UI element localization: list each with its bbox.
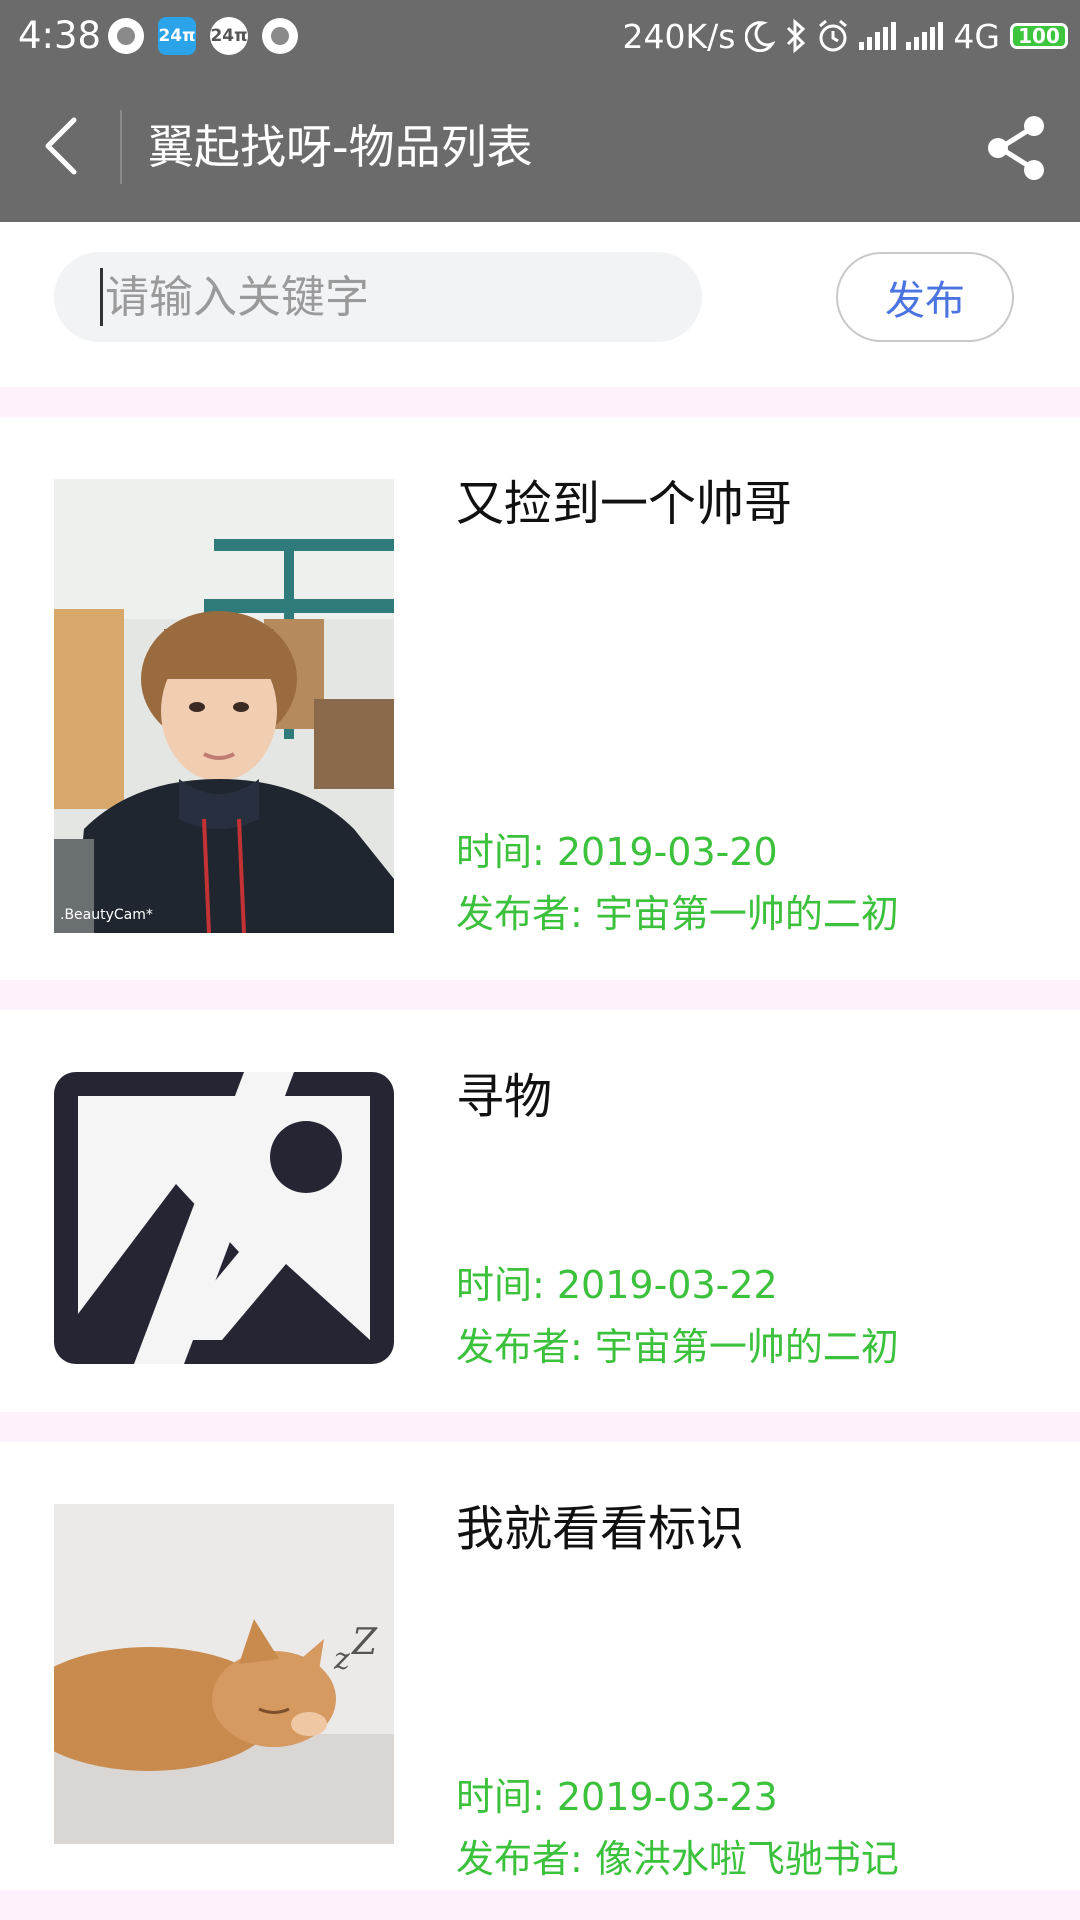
title-divider xyxy=(120,110,122,184)
share-icon xyxy=(988,116,1044,180)
separator xyxy=(0,1412,1080,1442)
app-24-white-icon: 24π xyxy=(210,17,248,55)
list-item[interactable]: .BeautyCam* 又捡到一个帅哥 时间: 2019-03-20 发布者: … xyxy=(0,417,1080,980)
item-publisher: 发布者: 像洪水啦飞驰书记 xyxy=(456,1837,899,1881)
search-box[interactable] xyxy=(54,252,702,342)
list-item[interactable]: 寻物 时间: 2019-03-22 发布者: 宇宙第一帅的二初 xyxy=(0,1010,1080,1412)
bluetooth-icon xyxy=(787,19,806,53)
list-item[interactable]: z Z 我就看看标识 时间: 2019-03-23 发布者: 像洪水啦飞驰书记 xyxy=(0,1442,1080,1890)
item-publisher: 发布者: 宇宙第一帅的二初 xyxy=(456,892,899,936)
image-placeholder-icon xyxy=(54,1072,394,1364)
item-thumbnail xyxy=(54,1072,394,1364)
moon-icon xyxy=(745,21,776,52)
net-speed: 240K/s xyxy=(622,16,736,56)
selfie-photo xyxy=(54,479,394,933)
watermark: .BeautyCam* xyxy=(60,907,153,923)
separator xyxy=(0,387,1080,417)
battery-level: 100 xyxy=(1018,24,1060,48)
status-right: 240K/s 4G 100 xyxy=(622,12,1068,60)
publish-button[interactable]: 发布 xyxy=(836,252,1014,342)
item-title: 寻物 xyxy=(456,1069,553,1125)
title-bar: 翼起找呀-物品列表 xyxy=(0,72,1080,222)
status-time: 4:38 xyxy=(18,14,102,57)
alarm-icon xyxy=(819,19,848,52)
status-bar: 4:38 24π 24π 240K/s 4G 100 xyxy=(0,0,1080,72)
record-icon xyxy=(108,18,144,54)
item-time: 时间: 2019-03-20 xyxy=(456,830,778,874)
item-time: 时间: 2019-03-22 xyxy=(456,1263,778,1307)
record-icon-2 xyxy=(262,18,298,54)
separator xyxy=(0,980,1080,1010)
search-bar-area: 发布 xyxy=(0,222,1080,387)
item-publisher: 发布者: 宇宙第一帅的二初 xyxy=(456,1325,899,1369)
item-thumbnail: z Z xyxy=(54,1504,394,1844)
svg-text:z: z xyxy=(333,1642,350,1677)
notification-icons: 24π 24π xyxy=(108,14,298,58)
item-thumbnail: .BeautyCam* xyxy=(54,479,394,933)
signal-icon-2 xyxy=(906,22,944,50)
signal-icon xyxy=(859,22,897,50)
app-24-icon: 24π xyxy=(158,17,196,55)
search-input[interactable] xyxy=(100,268,667,326)
battery-icon: 100 xyxy=(1010,23,1068,49)
back-button[interactable] xyxy=(28,106,108,186)
item-title: 我就看看标识 xyxy=(456,1501,745,1557)
svg-text:Z: Z xyxy=(351,1622,378,1663)
share-button[interactable] xyxy=(980,112,1052,184)
item-title: 又捡到一个帅哥 xyxy=(456,476,793,532)
chevron-left-icon xyxy=(45,117,77,175)
item-time: 时间: 2019-03-23 xyxy=(456,1775,778,1819)
sleeping-cat-photo: z Z xyxy=(54,1504,394,1844)
page-title: 翼起找呀-物品列表 xyxy=(148,120,533,174)
network-type: 4G xyxy=(953,16,1000,56)
separator xyxy=(0,1890,1080,1920)
